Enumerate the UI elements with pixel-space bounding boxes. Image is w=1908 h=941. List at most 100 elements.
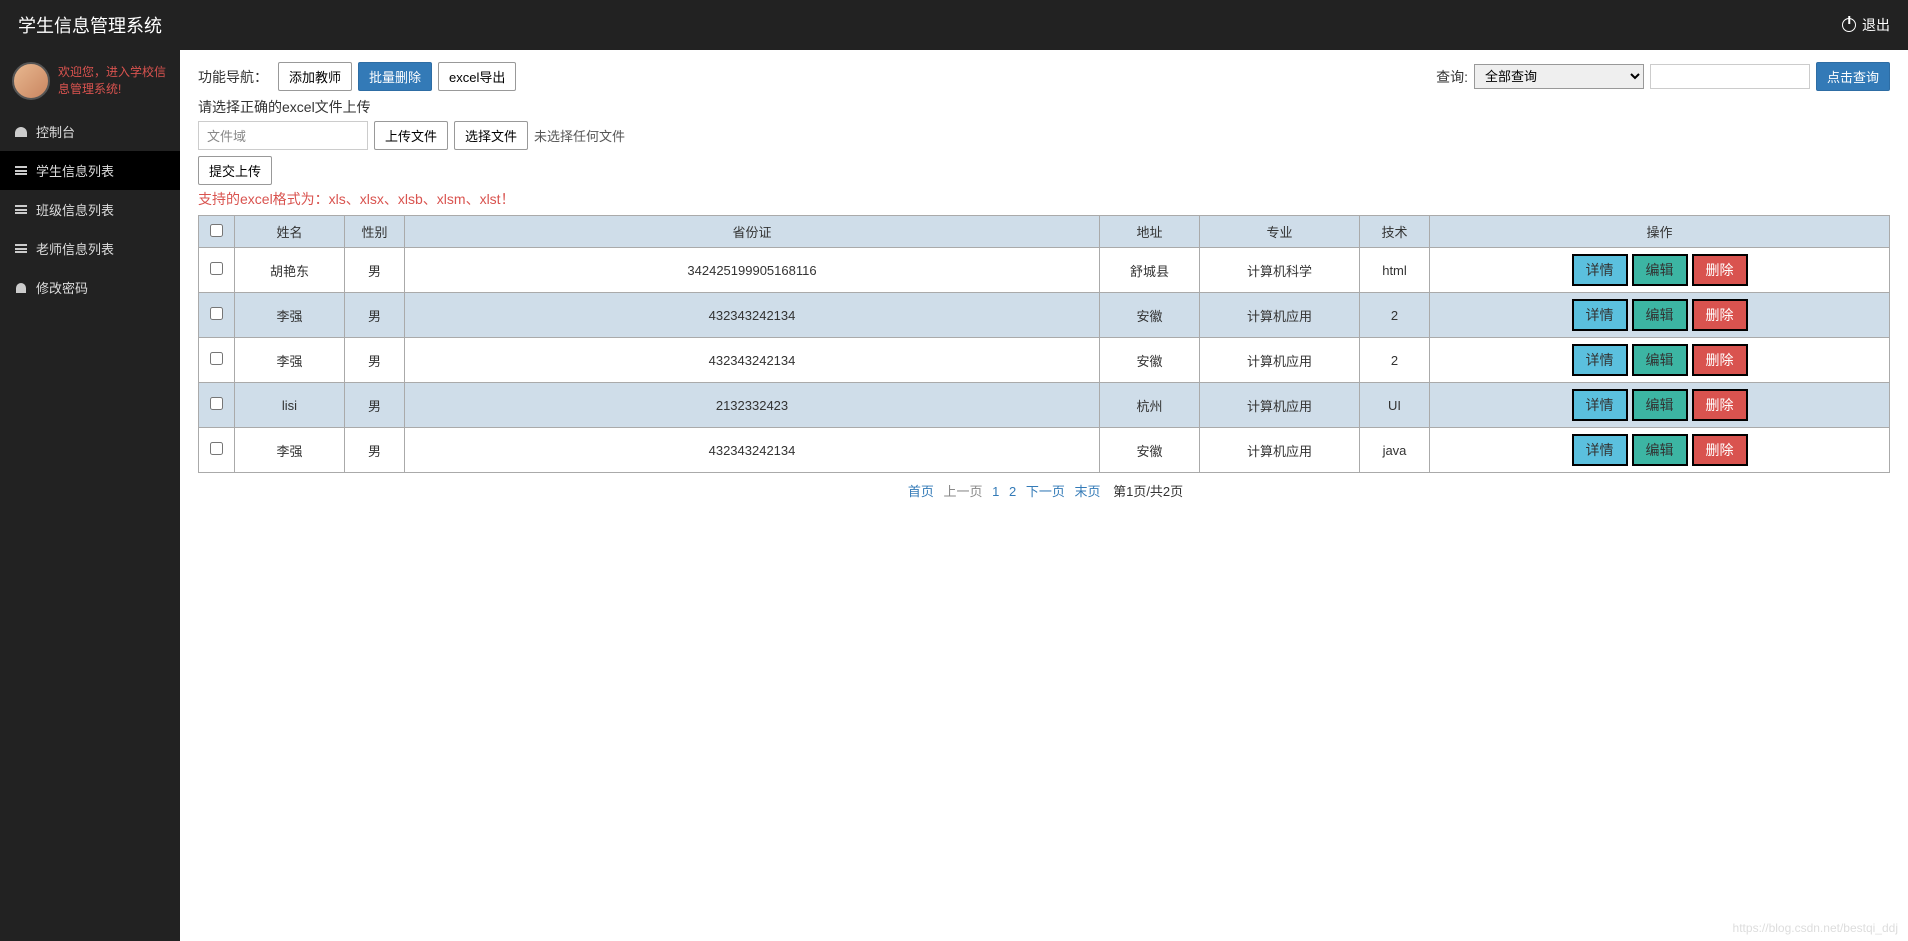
cell-gender: 男: [345, 383, 405, 428]
submit-upload-button[interactable]: 提交上传: [198, 156, 272, 185]
detail-button[interactable]: 详情: [1572, 299, 1628, 331]
table-row: 李强男432343242134安徽计算机应用2详情编辑删除: [199, 293, 1890, 338]
nav-item-dashboard[interactable]: 控制台: [0, 112, 180, 151]
edit-button[interactable]: 编辑: [1632, 389, 1688, 421]
edit-button[interactable]: 编辑: [1632, 434, 1688, 466]
page-1[interactable]: 1: [992, 484, 999, 499]
th-name: 姓名: [235, 216, 345, 248]
nav-list: 控制台 学生信息列表 班级信息列表 老师信息列表 修改密码: [0, 112, 180, 307]
row-checkbox[interactable]: [210, 442, 223, 455]
th-tech: 技术: [1360, 216, 1430, 248]
cell-actions: 详情编辑删除: [1430, 338, 1890, 383]
cell-actions: 详情编辑删除: [1430, 293, 1890, 338]
cell-id: 432343242134: [405, 293, 1100, 338]
edit-button[interactable]: 编辑: [1632, 344, 1688, 376]
delete-button[interactable]: 删除: [1692, 254, 1748, 286]
nav-item-password[interactable]: 修改密码: [0, 268, 180, 307]
cell-gender: 男: [345, 293, 405, 338]
power-icon: [1842, 18, 1856, 32]
page-next[interactable]: 下一页: [1026, 484, 1065, 499]
th-gender: 性别: [345, 216, 405, 248]
th-actions: 操作: [1430, 216, 1890, 248]
query-label: 查询:: [1436, 67, 1468, 87]
table-row: 李强男432343242134安徽计算机应用java详情编辑删除: [199, 428, 1890, 473]
header: 学生信息管理系统 退出: [0, 0, 1908, 50]
watermark: https://blog.csdn.net/bestqi_ddj: [1733, 921, 1898, 935]
excel-export-button[interactable]: excel导出: [438, 62, 516, 91]
detail-button[interactable]: 详情: [1572, 344, 1628, 376]
cell-tech: 2: [1360, 338, 1430, 383]
upload-hint: 请选择正确的excel文件上传: [198, 97, 1890, 117]
choose-file-button[interactable]: 选择文件: [454, 121, 528, 150]
cell-tech: 2: [1360, 293, 1430, 338]
search-input[interactable]: [1650, 64, 1810, 89]
welcome-text: 欢迎您，进入学校信息管理系统!: [58, 64, 168, 98]
query-button[interactable]: 点击查询: [1816, 62, 1890, 91]
cell-actions: 详情编辑删除: [1430, 428, 1890, 473]
welcome-box: 欢迎您，进入学校信息管理系统!: [0, 50, 180, 112]
nav-item-students[interactable]: 学生信息列表: [0, 151, 180, 190]
cell-name: 李强: [235, 293, 345, 338]
cell-id: 342425199905168116: [405, 248, 1100, 293]
toolbar-right: 查询: 全部查询 点击查询: [1436, 62, 1890, 91]
page-last[interactable]: 末页: [1074, 484, 1100, 499]
cell-major: 计算机应用: [1200, 383, 1360, 428]
batch-delete-button[interactable]: 批量删除: [358, 62, 432, 91]
user-icon: [14, 282, 28, 294]
detail-button[interactable]: 详情: [1572, 434, 1628, 466]
list-icon: [14, 165, 28, 177]
row-checkbox[interactable]: [210, 397, 223, 410]
nav-label: 控制台: [36, 122, 75, 141]
cell-address: 杭州: [1100, 383, 1200, 428]
cell-name: 李强: [235, 428, 345, 473]
cell-name: 胡艳东: [235, 248, 345, 293]
delete-button[interactable]: 删除: [1692, 434, 1748, 466]
query-select[interactable]: 全部查询: [1474, 64, 1644, 89]
cell-major: 计算机应用: [1200, 428, 1360, 473]
select-all-checkbox[interactable]: [210, 224, 223, 237]
app-title: 学生信息管理系统: [18, 12, 162, 38]
cell-id: 432343242134: [405, 338, 1100, 383]
cell-tech: html: [1360, 248, 1430, 293]
upload-row: 文件域 上传文件 选择文件 未选择任何文件: [198, 121, 1890, 150]
cell-major: 计算机应用: [1200, 338, 1360, 383]
detail-button[interactable]: 详情: [1572, 389, 1628, 421]
nav-label: 老师信息列表: [36, 239, 114, 258]
nav-label: 学生信息列表: [36, 161, 114, 180]
th-address: 地址: [1100, 216, 1200, 248]
row-checkbox[interactable]: [210, 352, 223, 365]
logout-label: 退出: [1862, 15, 1890, 35]
edit-button[interactable]: 编辑: [1632, 254, 1688, 286]
cell-gender: 男: [345, 428, 405, 473]
dashboard-icon: [14, 126, 28, 138]
pagination: 首页 上一页 1 2 下一页 末页 第1页/共2页: [198, 481, 1890, 500]
add-teacher-button[interactable]: 添加教师: [278, 62, 352, 91]
cell-major: 计算机科学: [1200, 248, 1360, 293]
cell-tech: UI: [1360, 383, 1430, 428]
nav-item-classes[interactable]: 班级信息列表: [0, 190, 180, 229]
delete-button[interactable]: 删除: [1692, 344, 1748, 376]
nav-item-teachers[interactable]: 老师信息列表: [0, 229, 180, 268]
list-icon: [14, 204, 28, 216]
cell-id: 432343242134: [405, 428, 1100, 473]
delete-button[interactable]: 删除: [1692, 299, 1748, 331]
nav-label: 修改密码: [36, 278, 88, 297]
page-first[interactable]: 首页: [908, 484, 934, 499]
edit-button[interactable]: 编辑: [1632, 299, 1688, 331]
row-checkbox[interactable]: [210, 307, 223, 320]
upload-file-button[interactable]: 上传文件: [374, 121, 448, 150]
table-row: lisi男2132332423杭州计算机应用UI详情编辑删除: [199, 383, 1890, 428]
page-info: 第1页/共2页: [1113, 484, 1183, 499]
nav-label: 功能导航：: [198, 67, 268, 87]
logout-button[interactable]: 退出: [1842, 15, 1890, 35]
row-checkbox[interactable]: [210, 262, 223, 275]
avatar: [12, 62, 50, 100]
main-content: 功能导航： 添加教师 批量删除 excel导出 查询: 全部查询 点击查询 请选…: [180, 50, 1908, 512]
file-status: 未选择任何文件: [534, 126, 625, 145]
delete-button[interactable]: 删除: [1692, 389, 1748, 421]
file-domain-input[interactable]: 文件域: [198, 121, 368, 150]
detail-button[interactable]: 详情: [1572, 254, 1628, 286]
page-2[interactable]: 2: [1009, 484, 1016, 499]
cell-actions: 详情编辑删除: [1430, 248, 1890, 293]
cell-gender: 男: [345, 338, 405, 383]
